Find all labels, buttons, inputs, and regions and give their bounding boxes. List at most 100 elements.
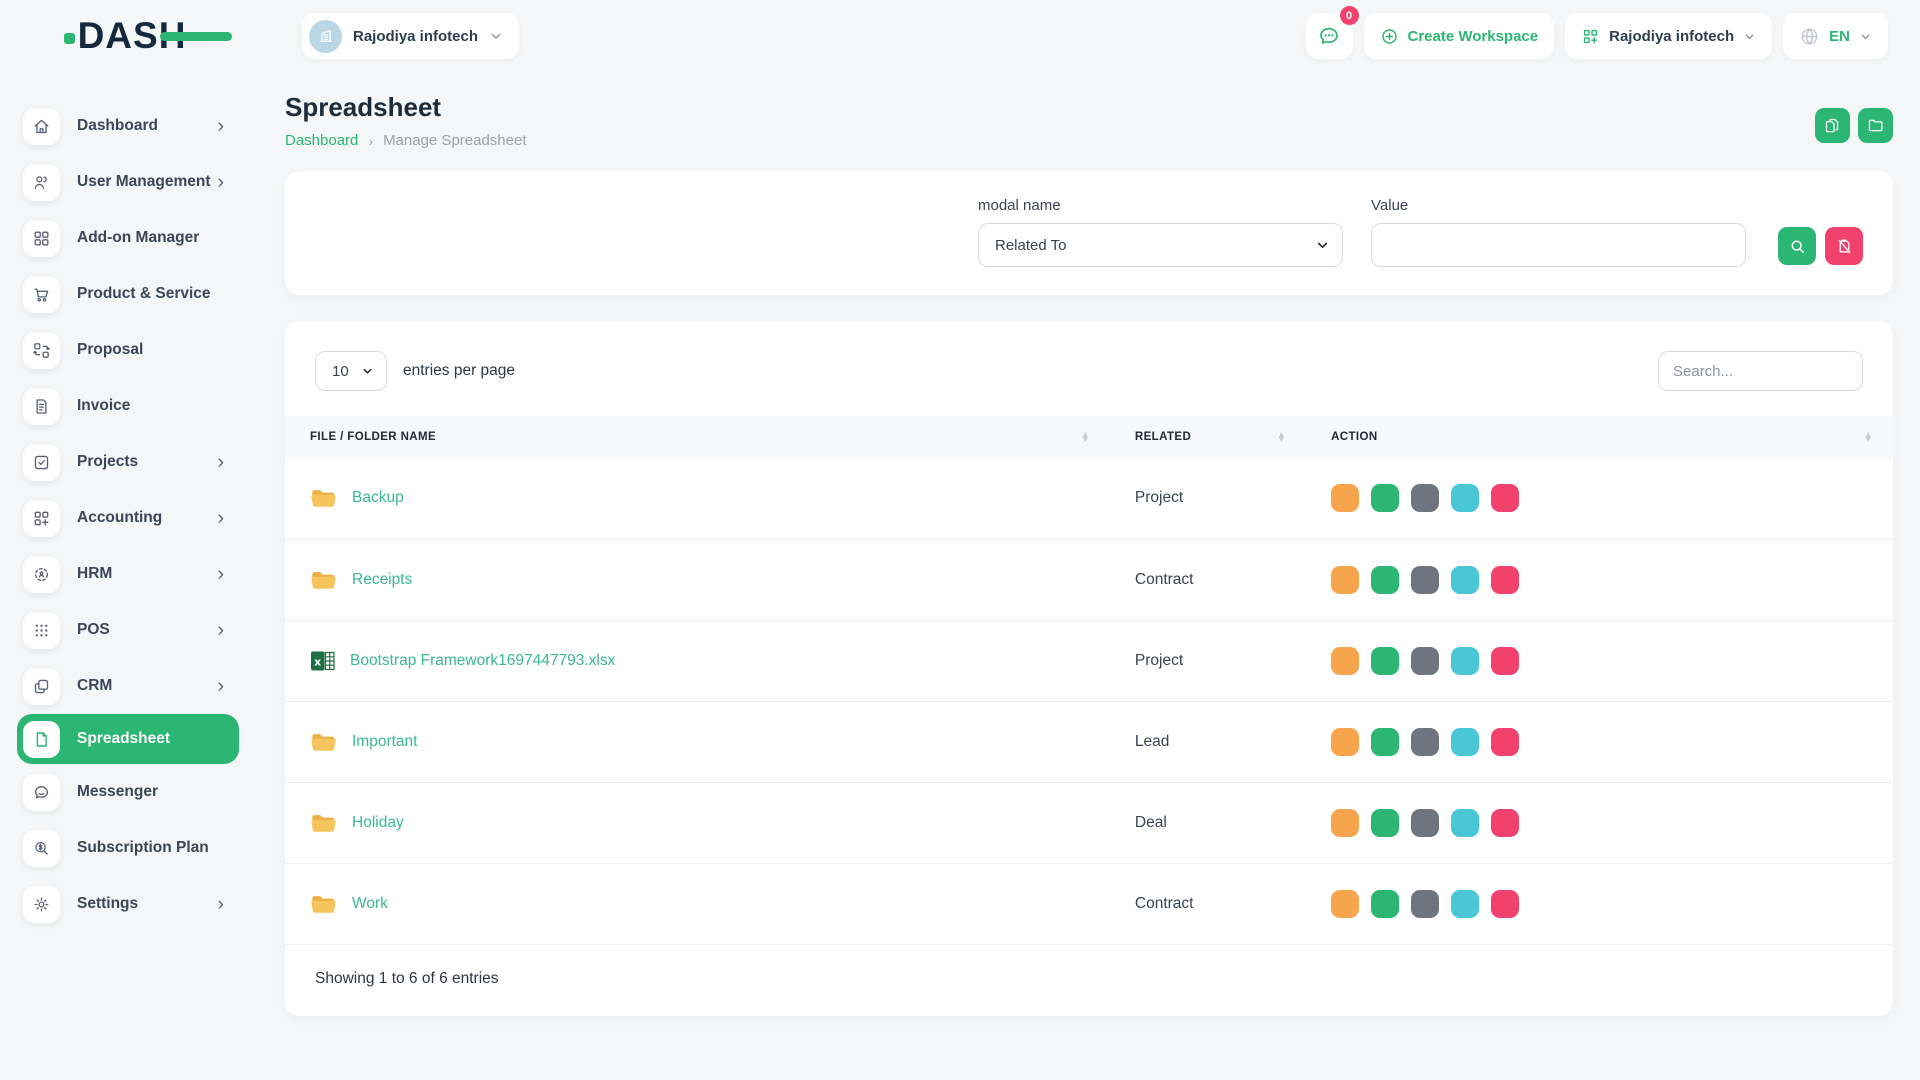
- projects-icon: [23, 444, 60, 481]
- column-header-name[interactable]: FILE / FOLDER NAME▲▼: [310, 431, 1090, 443]
- sidebar-item-invoice[interactable]: Invoice ›: [0, 378, 250, 434]
- messages-button[interactable]: 0: [1306, 13, 1353, 59]
- reset-filter-button[interactable]: [1825, 227, 1863, 265]
- language-selector[interactable]: EN: [1783, 13, 1888, 59]
- folder-outline-icon: [1867, 117, 1884, 134]
- page-header: Spreadsheet Dashboard › Manage Spreadshe…: [285, 92, 1893, 149]
- sidebar-item-hrm[interactable]: HRM ›: [0, 546, 250, 602]
- company-selector[interactable]: Rajodiya infotech: [1565, 13, 1772, 59]
- search-icon: [1789, 238, 1806, 255]
- create-workspace-label: Create Workspace: [1408, 28, 1539, 45]
- file-name-link[interactable]: Holiday: [352, 814, 404, 832]
- home-icon: [23, 108, 60, 145]
- brand-logo[interactable]: DASH: [0, 15, 250, 57]
- sidebar-item-dashboard[interactable]: Dashboard ›: [0, 98, 250, 154]
- trash-icon: [1355, 829, 1655, 979]
- top-bar: DASH Rajodiya infotech 0 Create Workspac…: [0, 0, 1920, 72]
- logo-dot: [64, 33, 75, 44]
- sidebar-item-messenger[interactable]: Messenger ›: [0, 764, 250, 820]
- create-workspace-button[interactable]: Create Workspace: [1364, 13, 1555, 59]
- value-label: Value: [1371, 197, 1746, 214]
- value-input[interactable]: [1371, 223, 1746, 267]
- chevron-right-icon: ›: [218, 117, 224, 136]
- folder-fill-icon: [310, 892, 337, 916]
- sidebar: Dashboard › User Management › Add-on Man…: [0, 72, 250, 1080]
- chat-bubble-icon: [1317, 24, 1341, 48]
- workspace-name: Rajodiya infotech: [353, 28, 478, 45]
- chevron-right-icon: ›: [218, 621, 224, 640]
- company-name: Rajodiya infotech: [1609, 28, 1734, 45]
- globe-icon: [1799, 26, 1820, 47]
- sidebar-item-spreadsheet[interactable]: Spreadsheet ›: [17, 714, 239, 764]
- sidebar-item-subscription-plan[interactable]: Subscription Plan ›: [0, 820, 250, 876]
- topbar-actions: 0 Create Workspace Rajodiya infotech EN: [1306, 13, 1920, 59]
- apply-filter-button[interactable]: [1778, 227, 1816, 265]
- folder-fill-icon: [310, 730, 337, 754]
- sidebar-item-user-management[interactable]: User Management ›: [0, 154, 250, 210]
- upload-file-button[interactable]: [1815, 108, 1850, 143]
- entries-per-page-select[interactable]: 10: [315, 351, 387, 391]
- hrm-icon: [23, 556, 60, 593]
- sidebar-item-add-on-manager[interactable]: Add-on Manager ›: [0, 210, 250, 266]
- folder-fill-icon: [310, 811, 337, 835]
- grid-plus-icon: [1581, 27, 1600, 46]
- sidebar-item-product-service[interactable]: Product & Service ›: [0, 266, 250, 322]
- chevron-down-icon: [1743, 30, 1756, 43]
- plus-circle-icon: [1380, 27, 1399, 46]
- sidebar-item-pos[interactable]: POS ›: [0, 602, 250, 658]
- messages-badge: 0: [1340, 6, 1359, 25]
- table-search-input[interactable]: [1658, 351, 1863, 391]
- sort-icon[interactable]: ▲▼: [1864, 432, 1873, 443]
- copy-file-icon: [1824, 117, 1841, 134]
- files-table: FILE / FOLDER NAME▲▼ RELATED▲▼ ACTION▲▼ …: [285, 416, 1893, 945]
- logo-bar: [160, 32, 232, 41]
- file-name-link[interactable]: Receipts: [352, 571, 412, 589]
- messenger-icon: [23, 774, 60, 811]
- sort-icon[interactable]: ▲▼: [1081, 432, 1090, 443]
- crm-icon: [23, 668, 60, 705]
- filter-card: modal name Related To Value: [285, 171, 1893, 295]
- create-folder-button[interactable]: [1858, 108, 1893, 143]
- chevron-right-icon: ›: [218, 453, 224, 472]
- svg-text:x: x: [314, 655, 321, 668]
- file-name-link[interactable]: Work: [352, 895, 388, 913]
- table-row: Work Contract: [285, 863, 1893, 944]
- breadcrumb-separator: ›: [368, 133, 373, 149]
- breadcrumb: Dashboard › Manage Spreadsheet: [285, 132, 527, 149]
- page-actions: [1815, 108, 1893, 143]
- sidebar-item-accounting[interactable]: Accounting ›: [0, 490, 250, 546]
- model-name-select[interactable]: Related To: [978, 223, 1343, 267]
- pos-icon: [23, 612, 60, 649]
- breadcrumb-current: Manage Spreadsheet: [383, 132, 526, 149]
- chevron-down-icon: [489, 29, 503, 43]
- reset-filter-icon: [1836, 238, 1853, 255]
- settings-icon: [23, 886, 60, 923]
- app-window: DASH Rajodiya infotech 0 Create Workspac…: [0, 0, 1920, 1080]
- sidebar-item-crm[interactable]: CRM ›: [0, 658, 250, 714]
- sidebar-item-settings[interactable]: Settings ›: [0, 876, 250, 932]
- main-content: Spreadsheet Dashboard › Manage Spreadshe…: [250, 72, 1920, 1080]
- chevron-right-icon: ›: [218, 173, 224, 192]
- delete-button[interactable]: [1491, 890, 1519, 918]
- file-name-link[interactable]: Important: [352, 733, 417, 751]
- file-name-link[interactable]: Bootstrap Framework1697447793.xlsx: [350, 652, 615, 670]
- sidebar-item-projects[interactable]: Projects ›: [0, 434, 250, 490]
- spreadsheet-icon: [23, 721, 60, 758]
- addon-icon: [23, 220, 60, 257]
- folder-fill-icon: [310, 486, 337, 510]
- spreadsheet-table-card: 10 entries per page FILE / FOLDER NAME▲▼: [285, 321, 1893, 1016]
- breadcrumb-dashboard-link[interactable]: Dashboard: [285, 132, 358, 149]
- chevron-right-icon: ›: [218, 565, 224, 584]
- chevron-right-icon: ›: [218, 677, 224, 696]
- cart-icon: [23, 276, 60, 313]
- sidebar-item-proposal[interactable]: Proposal ›: [0, 322, 250, 378]
- invoice-icon: [23, 388, 60, 425]
- chevron-down-icon: [1859, 30, 1872, 43]
- workspace-selector[interactable]: Rajodiya infotech: [302, 13, 519, 59]
- accounting-icon: [23, 500, 60, 537]
- excel-file-icon: x: [310, 649, 335, 673]
- page-title: Spreadsheet: [285, 92, 527, 123]
- file-name-link[interactable]: Backup: [352, 489, 404, 507]
- users-icon: [23, 164, 60, 201]
- chevron-right-icon: ›: [218, 895, 224, 914]
